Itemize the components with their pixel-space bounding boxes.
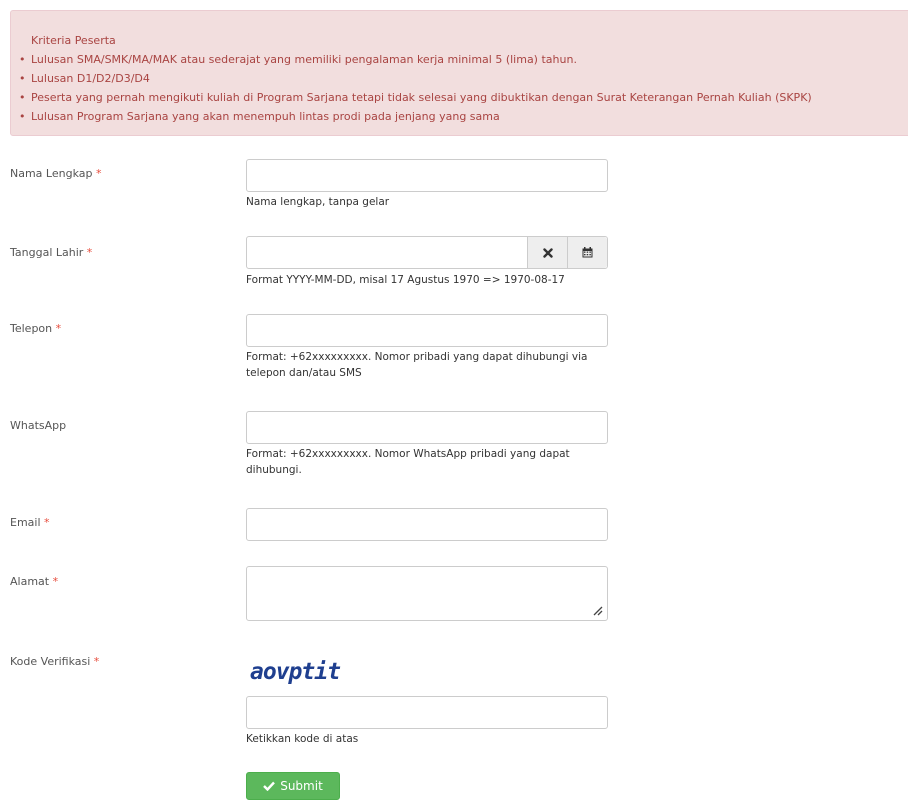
tanggal-input[interactable] <box>247 237 527 268</box>
nama-field[interactable] <box>246 159 608 192</box>
telepon-input[interactable] <box>247 315 607 346</box>
whatsapp-input[interactable] <box>247 412 607 443</box>
kode-label: Kode Verifikasi * <box>10 655 99 668</box>
times-icon <box>542 247 553 258</box>
whatsapp-label-text: WhatsApp <box>10 419 67 432</box>
telepon-label-text: Telepon <box>10 322 53 335</box>
email-input[interactable] <box>247 509 607 540</box>
criteria-item: Lulusan D1/D2/D3/D4 <box>19 69 908 88</box>
required-mark: * <box>86 246 93 259</box>
telepon-help: Format: +62xxxxxxxxx. Nomor pribadi yang… <box>246 351 588 379</box>
whatsapp-field[interactable] <box>246 411 608 444</box>
submit-label: Submit <box>280 779 323 793</box>
kode-label-text: Kode Verifikasi <box>10 655 91 668</box>
nama-help: Nama lengkap, tanpa gelar <box>246 196 390 208</box>
kode-help: Ketikkan kode di atas <box>246 733 359 745</box>
check-icon <box>263 781 276 791</box>
criteria-item: Lulusan Program Sarjana yang akan menemp… <box>19 107 908 126</box>
criteria-title: Kriteria Peserta <box>31 34 116 47</box>
clear-date-button[interactable] <box>527 237 567 268</box>
email-field[interactable] <box>246 508 608 541</box>
telepon-field[interactable] <box>246 314 608 347</box>
captcha-text: aovptit <box>250 659 341 685</box>
submit-button[interactable]: Submit <box>246 772 340 800</box>
whatsapp-help: Format: +62xxxxxxxxx. Nomor WhatsApp pri… <box>246 448 570 476</box>
required-mark: * <box>52 575 59 588</box>
nama-label-text: Nama Lengkap <box>10 167 93 180</box>
tanggal-field[interactable] <box>246 236 608 269</box>
tanggal-label: Tanggal Lahir * <box>10 246 92 259</box>
tanggal-label-text: Tanggal Lahir <box>10 246 84 259</box>
captcha-image: aovptit <box>250 659 342 685</box>
kode-input[interactable] <box>247 697 607 728</box>
criteria-item: Lulusan SMA/SMK/MA/MAK atau sederajat ya… <box>19 50 908 69</box>
email-label-text: Email <box>10 516 41 529</box>
telepon-label: Telepon * <box>10 322 61 335</box>
nama-label: Nama Lengkap * <box>10 167 101 180</box>
open-calendar-button[interactable] <box>567 237 607 268</box>
alamat-field[interactable] <box>246 566 608 621</box>
required-mark: * <box>55 322 62 335</box>
calendar-icon <box>582 247 593 258</box>
nama-input[interactable] <box>247 160 607 191</box>
criteria-alert: Kriteria Peserta Lulusan SMA/SMK/MA/MAK … <box>10 10 908 136</box>
email-label: Email * <box>10 516 50 529</box>
alamat-label: Alamat * <box>10 575 58 588</box>
required-mark: * <box>44 516 50 529</box>
alamat-label-text: Alamat <box>10 575 50 588</box>
alamat-textarea[interactable] <box>247 567 607 620</box>
criteria-item: Peserta yang pernah mengikuti kuliah di … <box>19 88 908 107</box>
required-mark: * <box>93 655 100 668</box>
criteria-list: Lulusan SMA/SMK/MA/MAK atau sederajat ya… <box>19 50 908 126</box>
tanggal-help: Format YYYY-MM-DD, misal 17 Agustus 1970… <box>246 274 565 286</box>
kode-field[interactable] <box>246 696 608 729</box>
resize-handle-icon[interactable] <box>591 604 603 616</box>
whatsapp-label: WhatsApp <box>10 419 66 432</box>
required-mark: * <box>95 167 102 180</box>
